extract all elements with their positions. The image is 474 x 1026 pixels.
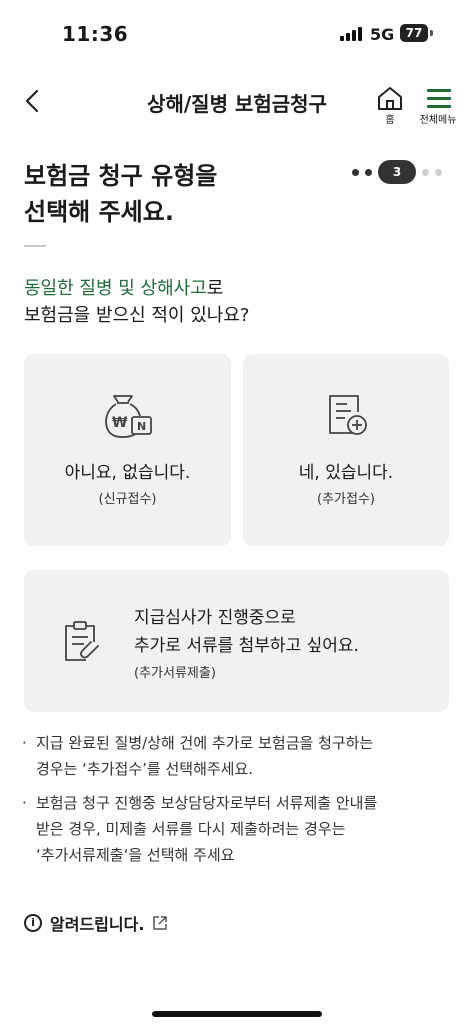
clipboard-attach-icon — [65, 621, 99, 661]
external-link-icon — [153, 916, 168, 930]
step-dot — [352, 168, 359, 176]
document-plus-icon — [329, 395, 367, 435]
option-supplement-documents[interactable]: 지급심사가 진행중으로 추가로 서류를 첨부하고 싶어요. (추가서류제출) — [24, 570, 449, 712]
page-heading: 보험금 청구 유형을 선택해 주세요. — [24, 158, 217, 230]
note-line: 경우는 ‘추가접수’를 선택해주세요. — [36, 760, 254, 778]
note-item: · 지급 완료된 질병/상해 건에 추가로 보험금을 청구하는 경우는 ‘추가접… — [22, 730, 452, 782]
money-bag-icon: ₩ N — [105, 395, 152, 438]
heading-line1: 보험금 청구 유형을 — [24, 162, 218, 190]
heading-line2: 선택해 주세요. — [24, 198, 174, 226]
info-icon: i — [24, 914, 42, 932]
question-text: 동일한 질병 및 상해사고로 보험금을 받으신 적이 있나요? — [24, 275, 249, 329]
home-button[interactable]: 홈 — [374, 86, 406, 126]
step-dot — [365, 168, 372, 176]
option-new-label: 아니요, 없습니다. — [64, 463, 191, 483]
note-line: 지급 완료된 질병/상해 건에 추가로 보험금을 청구하는 — [36, 734, 374, 752]
note-line: 보험금 청구 진행중 보상담당자로부터 서류제출 안내를 — [36, 794, 378, 812]
option-additional-claim[interactable]: 네, 있습니다. (추가접수) — [243, 354, 449, 546]
home-icon — [378, 87, 402, 110]
divider — [24, 245, 46, 247]
svg-text:N: N — [137, 420, 146, 433]
network-label: 5G — [370, 25, 395, 44]
current-step-badge: 3 — [378, 160, 416, 184]
home-indicator — [152, 1011, 322, 1017]
menu-label: 전체메뉴 — [419, 115, 457, 126]
option-supplement-line1: 지급심사가 진행중으로 — [134, 608, 296, 628]
step-dot — [422, 168, 429, 176]
option-add-sub: (추가접수) — [317, 492, 375, 507]
question-line2: 보험금을 받으신 적이 있나요? — [24, 305, 250, 326]
note-line: 받은 경우, 미제출 서류를 다시 제출하려는 경우는 — [36, 820, 346, 838]
notice-label: 알려드립니다. — [50, 915, 145, 934]
menu-button[interactable]: 전체메뉴 — [412, 86, 464, 126]
battery-icon: 77 — [400, 24, 428, 42]
option-add-label: 네, 있습니다. — [298, 463, 394, 483]
option-supplement-line2: 추가로 서류를 첨부하고 싶어요. — [134, 636, 359, 656]
svg-text:₩: ₩ — [112, 415, 128, 431]
bullet: · — [22, 734, 27, 752]
signal-icon — [340, 27, 362, 41]
notice-link[interactable]: i 알려드립니다. — [24, 908, 168, 938]
battery-tip — [430, 30, 433, 36]
guidance-notes: · 지급 완료된 질병/상해 건에 추가로 보험금을 청구하는 경우는 ‘추가접… — [22, 730, 452, 876]
home-label: 홈 — [385, 115, 395, 126]
bullet: · — [22, 794, 27, 812]
status-time: 11:36 — [62, 22, 129, 46]
note-item: · 보험금 청구 진행중 보상담당자로부터 서류제출 안내를 받은 경우, 미제… — [22, 790, 452, 868]
option-supplement-text: 지급심사가 진행중으로 추가로 서류를 첨부하고 싶어요. (추가서류제출) — [134, 604, 359, 688]
question-highlight: 동일한 질병 및 상해사고 — [24, 278, 207, 299]
hamburger-icon — [427, 89, 451, 113]
question-suffix: 로 — [206, 278, 224, 299]
note-line: ‘추가서류제출‘을 선택해 주세요 — [36, 846, 235, 864]
option-new-claim[interactable]: ₩ N 아니요, 없습니다. (신규접수) — [24, 354, 231, 546]
step-indicator: 3 — [352, 160, 442, 184]
option-supplement-sub: (추가서류제출) — [134, 666, 216, 681]
option-new-sub: (신규접수) — [98, 492, 157, 507]
step-dot — [435, 168, 442, 176]
